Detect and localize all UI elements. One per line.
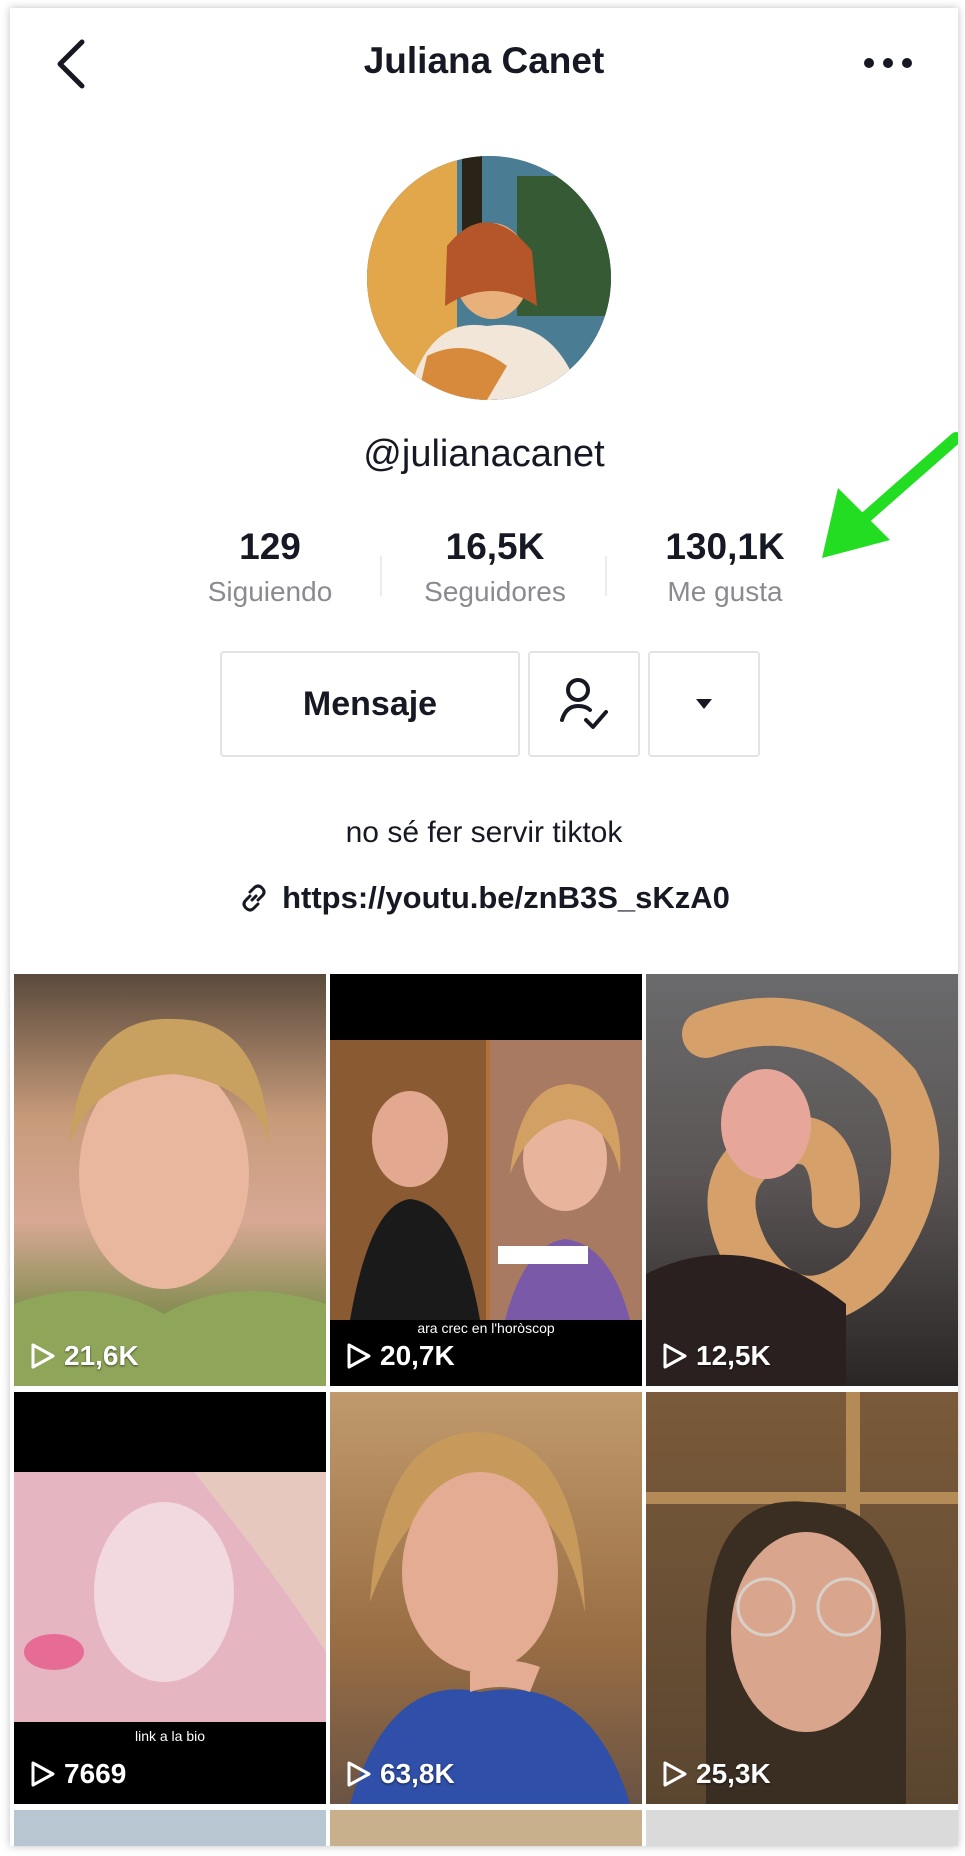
view-count-value: 21,6K — [64, 1340, 139, 1371]
video-thumbnail[interactable] — [14, 1810, 326, 1846]
message-button[interactable]: Mensaje — [220, 651, 520, 757]
page-title: Juliana Canet — [363, 40, 605, 81]
video-thumbnail[interactable]: ara crec en l'horòscop 20,7K — [330, 974, 642, 1386]
play-icon — [663, 1343, 687, 1369]
profile-stats: 129 Siguiendo 16,5K Seguidores 130,1K Me… — [160, 526, 810, 616]
profile-bio: no sé fer servir tiktok — [345, 816, 623, 849]
play-icon — [663, 1761, 687, 1787]
play-icon — [347, 1343, 371, 1369]
view-count-value: 12,5K — [696, 1340, 771, 1371]
video-thumbnail[interactable] — [646, 1810, 958, 1846]
video-thumbnail[interactable]: 12,5K — [646, 974, 958, 1386]
more-options-button[interactable] — [858, 48, 918, 78]
view-count: 21,6K — [30, 1340, 139, 1372]
stat-following-value: 129 — [239, 526, 301, 567]
video-thumbnail[interactable] — [330, 1810, 642, 1846]
video-thumbnail[interactable]: link a la bio 7669 — [14, 1392, 326, 1804]
profile-link-text: https://youtu.be/znB3S_sKzA0 — [282, 880, 730, 915]
following-button[interactable] — [528, 651, 640, 757]
view-count: 12,5K — [662, 1340, 771, 1372]
dot-icon — [864, 58, 874, 68]
stat-divider — [380, 556, 382, 596]
top-bar: Juliana Canet — [10, 8, 958, 118]
view-count: 20,7K — [346, 1340, 455, 1372]
view-count: 63,8K — [346, 1758, 455, 1790]
view-count-value: 25,3K — [696, 1758, 771, 1789]
stat-following[interactable]: 129 Siguiendo — [160, 526, 380, 608]
view-count: 25,3K — [662, 1758, 771, 1790]
stat-followers-value: 16,5K — [445, 526, 545, 567]
video-caption: ara crec en l'horòscop — [417, 1320, 555, 1336]
play-icon — [347, 1761, 371, 1787]
profile-link[interactable]: https://youtu.be/znB3S_sKzA0 — [10, 880, 958, 916]
play-icon — [31, 1761, 55, 1787]
profile-screen: Juliana Canet @julianacanet 129 Siguiend… — [10, 8, 958, 1846]
dot-icon — [902, 58, 912, 68]
stat-following-label: Siguiendo — [207, 576, 333, 607]
annotation-arrow-icon — [822, 432, 958, 558]
video-thumbnail[interactable]: 21,6K — [14, 974, 326, 1386]
avatar-image — [367, 156, 611, 400]
caret-down-icon — [696, 699, 712, 709]
stat-likes-label: Me gusta — [667, 576, 783, 607]
view-count: 7669 — [30, 1758, 126, 1790]
dot-icon — [883, 58, 893, 68]
view-count-value: 7669 — [64, 1758, 127, 1789]
video-caption: link a la bio — [134, 1728, 206, 1744]
video-thumbnail[interactable]: 63,8K — [330, 1392, 642, 1804]
video-thumbnail[interactable]: 25,3K — [646, 1392, 958, 1804]
stat-followers-label: Seguidores — [424, 576, 566, 607]
avatar[interactable] — [367, 156, 611, 400]
video-grid: 21,6K ara crec en l'horòscop 20,7K 12,5K… — [14, 974, 958, 1846]
suggested-accounts-button[interactable] — [648, 651, 760, 757]
stat-likes[interactable]: 130,1K Me gusta — [615, 526, 835, 608]
play-icon — [31, 1343, 55, 1369]
stat-likes-value: 130,1K — [665, 526, 785, 567]
link-icon — [242, 884, 266, 912]
stat-divider — [605, 556, 607, 596]
view-count-value: 20,7K — [380, 1340, 455, 1371]
view-count-value: 63,8K — [380, 1758, 455, 1789]
user-check-icon — [560, 678, 608, 729]
stat-followers[interactable]: 16,5K Seguidores — [385, 526, 605, 608]
